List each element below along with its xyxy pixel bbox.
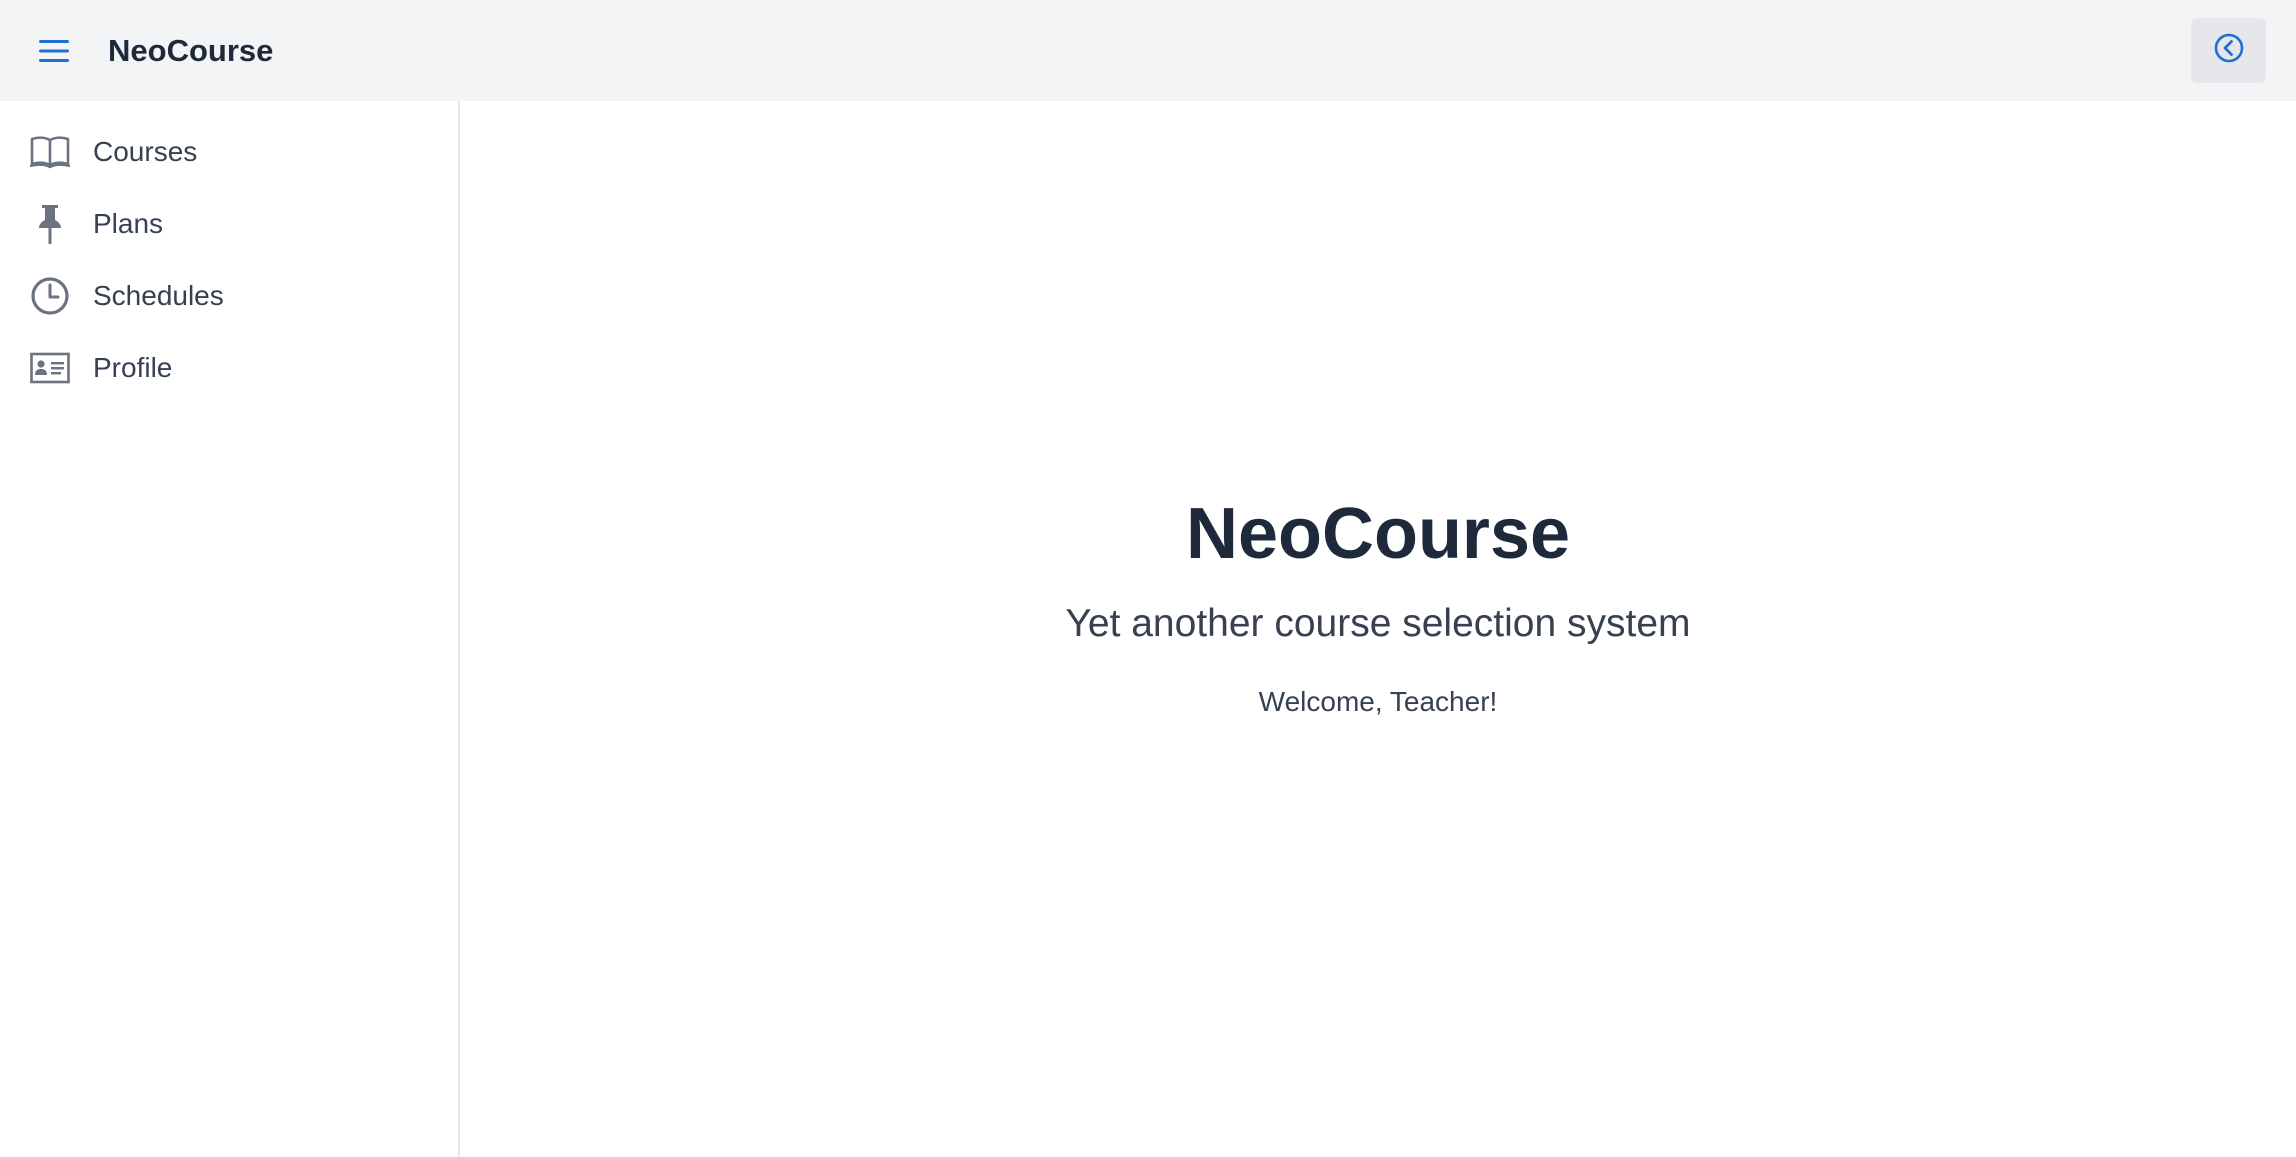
sidebar-item-schedules[interactable]: Schedules	[0, 260, 458, 332]
sidebar-item-label: Schedules	[93, 280, 224, 311]
pushpin-icon	[30, 204, 70, 244]
hamburger-menu-icon[interactable]	[34, 32, 74, 70]
main-content: NeoCourse Yet another course selection s…	[460, 101, 2296, 1157]
page-subtitle: Yet another course selection system	[1065, 602, 1691, 645]
book-open-icon	[30, 132, 70, 172]
sidebar-item-label: Profile	[93, 352, 173, 383]
app-title: NeoCourse	[108, 33, 274, 68]
chevron-left-circle-icon	[2213, 32, 2245, 69]
sidebar-item-label: Courses	[93, 136, 198, 167]
top-app-bar: NeoCourse	[0, 0, 2296, 101]
sidebar-item-label: Plans	[93, 208, 164, 239]
page-title: NeoCourse	[1185, 494, 1571, 574]
sidebar-item-courses[interactable]: Courses	[0, 116, 458, 188]
welcome-hero: NeoCourse Yet another course selection s…	[460, 494, 2296, 722]
welcome-message: Welcome, Teacher!	[1258, 686, 1498, 717]
sidebar-item-profile[interactable]: Profile	[0, 332, 458, 404]
sidebar-item-plans[interactable]: Plans	[0, 188, 458, 260]
sidebar: Courses Plans Schedules Profile	[0, 101, 460, 1157]
id-card-icon	[30, 348, 70, 388]
clock-icon	[30, 276, 70, 316]
collapse-sidebar-button[interactable]	[2191, 18, 2266, 83]
